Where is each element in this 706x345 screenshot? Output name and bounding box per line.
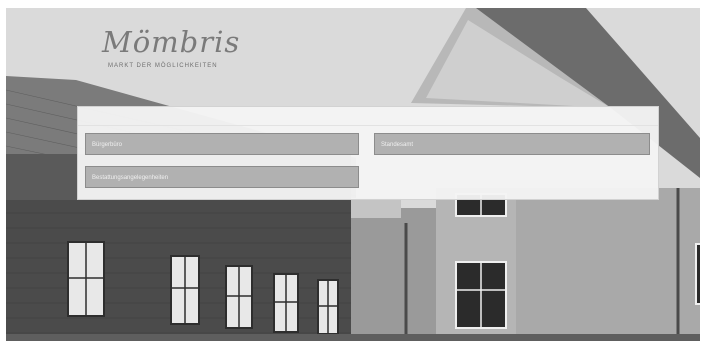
service-panel: Bürgerbüro Standesamt Bestattungsangeleg… bbox=[77, 106, 659, 200]
service-button-buergerbuero[interactable]: Bürgerbüro bbox=[85, 133, 359, 155]
page: Mömbris MARKT DER MÖGLICHKEITEN Bürgerbü… bbox=[0, 0, 706, 345]
logo-tagline: MARKT DER MÖGLICHKEITEN bbox=[108, 63, 218, 69]
logo-wordmark: Mömbris bbox=[102, 25, 241, 59]
panel-header-bar bbox=[78, 107, 658, 126]
service-button-standesamt[interactable]: Standesamt bbox=[374, 133, 650, 155]
service-button-bestattung[interactable]: Bestattungsangelegenheiten bbox=[85, 166, 359, 188]
hero-background: Mömbris MARKT DER MÖGLICHKEITEN Bürgerbü… bbox=[6, 8, 700, 341]
site-logo[interactable]: Mömbris MARKT DER MÖGLICHKEITEN bbox=[102, 25, 241, 70]
